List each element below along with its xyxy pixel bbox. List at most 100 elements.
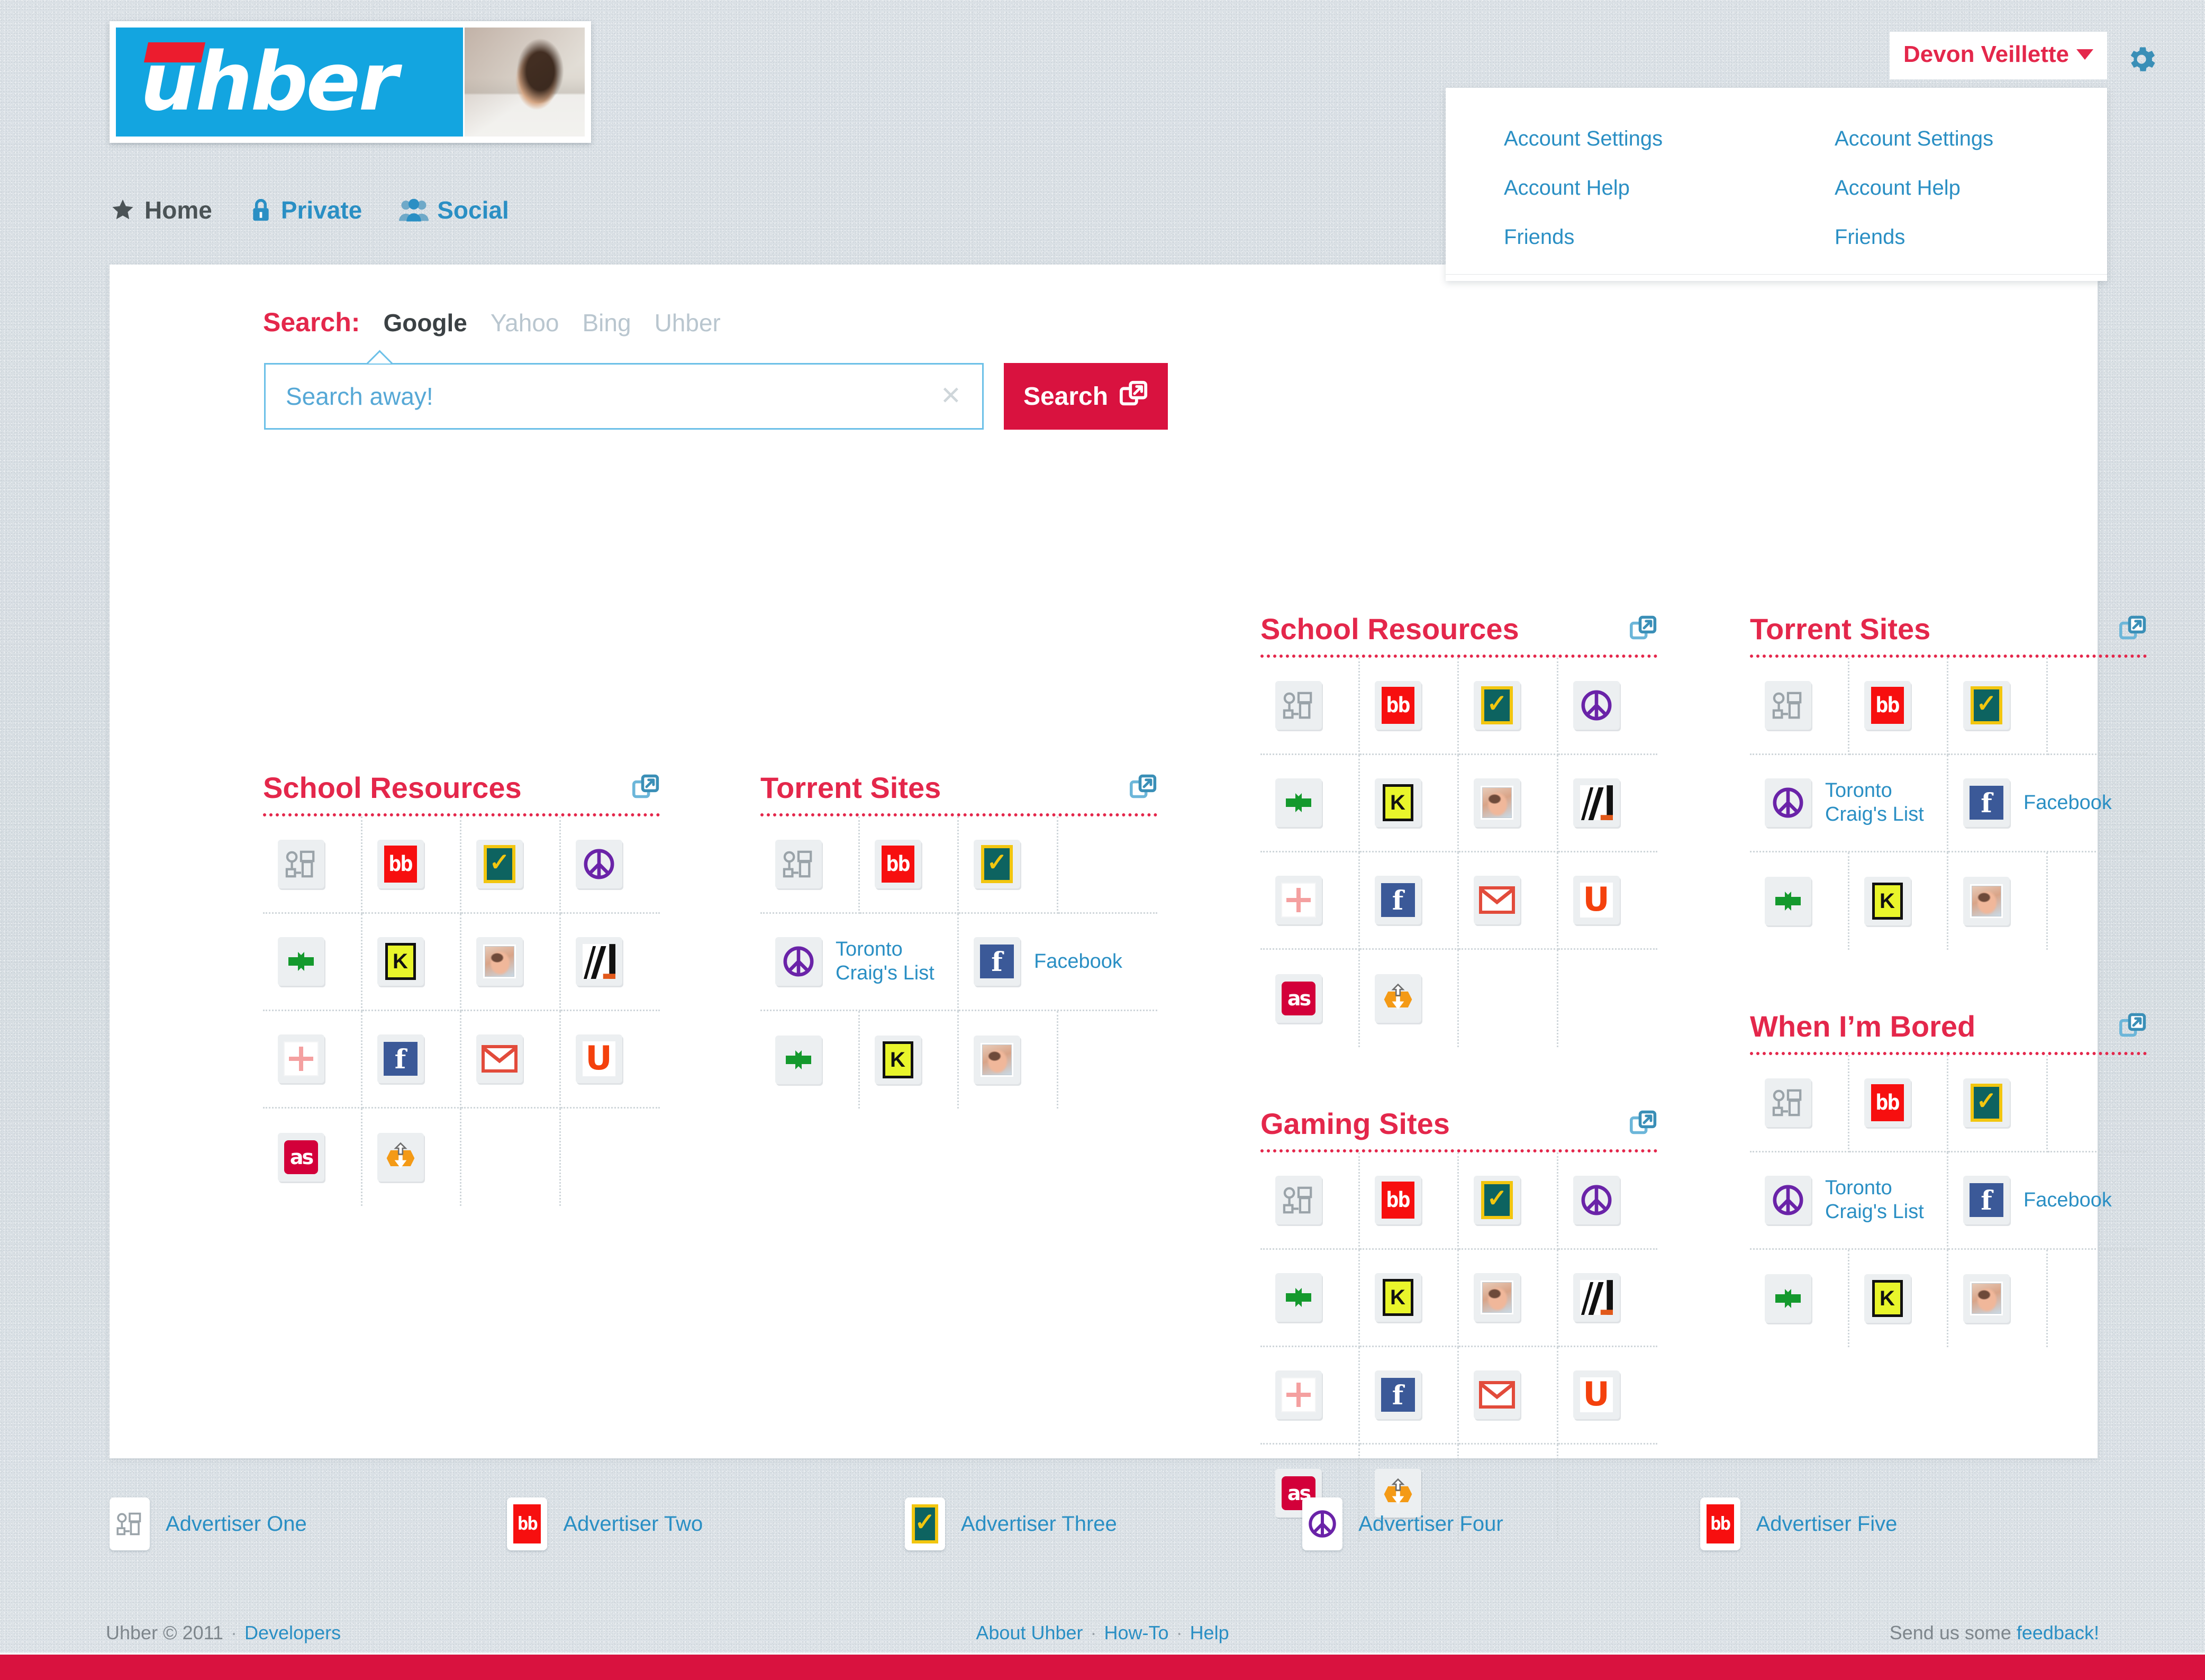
external-link-icon[interactable]: [632, 773, 660, 803]
advertiser-one[interactable]: Advertiser One: [110, 1497, 507, 1550]
external-link-icon[interactable]: [2119, 1011, 2147, 1041]
nav-item-home[interactable]: Home: [110, 196, 212, 224]
external-link-icon[interactable]: [1130, 773, 1157, 803]
tile-cell[interactable]: [560, 914, 660, 1011]
developers-link[interactable]: Developers: [244, 1622, 341, 1643]
tile-cell[interactable]: [263, 913, 362, 1011]
tile-cell[interactable]: [1558, 1250, 1657, 1347]
tile-cell[interactable]: K: [860, 1011, 959, 1109]
tile-cell[interactable]: [461, 1011, 561, 1109]
tile-cell[interactable]: K: [1359, 755, 1459, 852]
tile-cell[interactable]: [263, 816, 362, 914]
tile-cell[interactable]: K: [1849, 1249, 1948, 1347]
tile-cell[interactable]: [1260, 755, 1360, 852]
tile-cell[interactable]: [1459, 1347, 1558, 1445]
tile-cell[interactable]: bb: [1359, 1152, 1459, 1250]
help-link[interactable]: Help: [1190, 1622, 1229, 1643]
tile-cell[interactable]: as: [1260, 949, 1360, 1047]
menu-item-friends[interactable]: Friends: [1504, 225, 1776, 249]
tile-cell[interactable]: ✓: [1948, 657, 2048, 755]
tile-cell[interactable]: [1750, 657, 1849, 755]
menu-item-friends-2[interactable]: Friends: [1835, 225, 2107, 249]
tile-cell[interactable]: K: [1849, 852, 1948, 950]
tile-cell[interactable]: [1260, 852, 1360, 950]
nav-item-private[interactable]: Private: [249, 196, 362, 224]
menu-item-account-settings[interactable]: Account Settings: [1504, 127, 1776, 151]
tile-cell[interactable]: K: [362, 913, 461, 1011]
tile-cell[interactable]: bb: [362, 816, 461, 914]
tile-cell[interactable]: K: [1359, 1249, 1459, 1347]
tile-cell[interactable]: [1558, 755, 1657, 852]
tile-cell[interactable]: f: [362, 1011, 461, 1109]
engine-tab-bing[interactable]: Bing: [583, 308, 631, 337]
site-logo[interactable]: uhber: [110, 21, 591, 143]
tile-cell[interactable]: bb: [1849, 657, 1948, 755]
tile-cell[interactable]: [1260, 1152, 1360, 1250]
tile-cell[interactable]: ✓: [959, 816, 1058, 914]
tile-cell[interactable]: [1750, 1249, 1849, 1347]
tile-cell[interactable]: [263, 1011, 362, 1109]
how-to-link[interactable]: How-To: [1104, 1622, 1169, 1643]
external-link-icon[interactable]: [1630, 1109, 1657, 1139]
tile-cell[interactable]: bb: [1359, 657, 1459, 755]
tile-cell[interactable]: [1558, 658, 1657, 755]
tile-cell-labeled[interactable]: Toronto Craig's List: [1750, 1152, 1948, 1250]
tile-cell-labeled[interactable]: Toronto Craig's List: [1750, 755, 1948, 852]
tile-cell[interactable]: [1948, 852, 2048, 950]
tile-cell[interactable]: [1750, 1055, 1849, 1152]
tile-cell[interactable]: [560, 816, 660, 914]
advertiser-two[interactable]: bb Advertiser Two: [507, 1497, 904, 1550]
tile-cell[interactable]: [1750, 852, 1849, 950]
slash-icon: [1573, 778, 1620, 828]
tile-cell[interactable]: ✓: [1459, 657, 1558, 755]
search-button[interactable]: Search: [1004, 363, 1168, 430]
tile-cell[interactable]: [1459, 755, 1558, 852]
advertiser-three[interactable]: ✓ Advertiser Three: [904, 1497, 1302, 1550]
tile-cell[interactable]: [1260, 1249, 1360, 1347]
advertiser-five[interactable]: bb Advertiser Five: [1700, 1497, 2098, 1550]
about-uhber-link[interactable]: About Uhber: [976, 1622, 1083, 1643]
tile-cell[interactable]: [1459, 1249, 1558, 1347]
tile-cell[interactable]: [1459, 852, 1558, 950]
advertiser-four[interactable]: Advertiser Four: [1302, 1497, 1700, 1550]
tile-cell[interactable]: [362, 1108, 461, 1206]
external-link-icon[interactable]: [1630, 614, 1657, 644]
tile-cell[interactable]: f: [1359, 1347, 1459, 1445]
tile-cell[interactable]: as: [263, 1108, 362, 1206]
engine-tab-uhber[interactable]: Uhber: [655, 308, 721, 337]
external-link-icon[interactable]: [2119, 614, 2147, 644]
tile-cell[interactable]: [1948, 1249, 2048, 1347]
tile-cell[interactable]: [1360, 949, 1459, 1047]
tile-cell[interactable]: U: [1558, 852, 1657, 950]
tile-cell[interactable]: bb: [859, 816, 959, 914]
search-input[interactable]: Search away! ✕: [264, 363, 984, 430]
menu-item-account-help-2[interactable]: Account Help: [1835, 176, 2107, 200]
tile-cell-labeled[interactable]: f Facebook: [1948, 1152, 2147, 1250]
tile-cell[interactable]: [1260, 1347, 1360, 1445]
menu-item-account-settings-2[interactable]: Account Settings: [1835, 127, 2107, 151]
tile-cell[interactable]: [461, 913, 561, 1011]
gear-icon[interactable]: [2125, 42, 2158, 79]
tile-cell[interactable]: [1558, 1152, 1657, 1250]
menu-item-account-help[interactable]: Account Help: [1504, 176, 1776, 200]
tile-cell[interactable]: [760, 1011, 860, 1109]
tile-cell-labeled[interactable]: Toronto Craig's List: [760, 913, 959, 1011]
user-menu-button[interactable]: Devon Veillette: [1889, 32, 2107, 79]
tile-cell-labeled[interactable]: f Facebook: [959, 914, 1157, 1011]
close-icon[interactable]: ✕: [940, 384, 961, 409]
tile-cell[interactable]: [959, 1011, 1058, 1109]
tile-cell[interactable]: U: [560, 1011, 660, 1109]
tile-cell[interactable]: ✓: [1459, 1152, 1558, 1250]
tile-cell[interactable]: ✓: [1948, 1055, 2048, 1152]
tile-cell[interactable]: bb: [1849, 1055, 1948, 1152]
engine-tab-yahoo[interactable]: Yahoo: [491, 308, 559, 337]
tile-cell-labeled[interactable]: f Facebook: [1948, 755, 2147, 852]
tile-cell[interactable]: f: [1359, 852, 1459, 950]
feedback-link[interactable]: feedback!: [2017, 1622, 2099, 1643]
engine-tab-google[interactable]: Google: [383, 308, 467, 337]
tile-cell[interactable]: U: [1558, 1347, 1657, 1445]
nav-item-social[interactable]: Social: [399, 196, 509, 224]
tile-cell[interactable]: [1260, 657, 1360, 755]
tile-cell[interactable]: [760, 816, 860, 914]
tile-cell[interactable]: ✓: [461, 816, 561, 914]
